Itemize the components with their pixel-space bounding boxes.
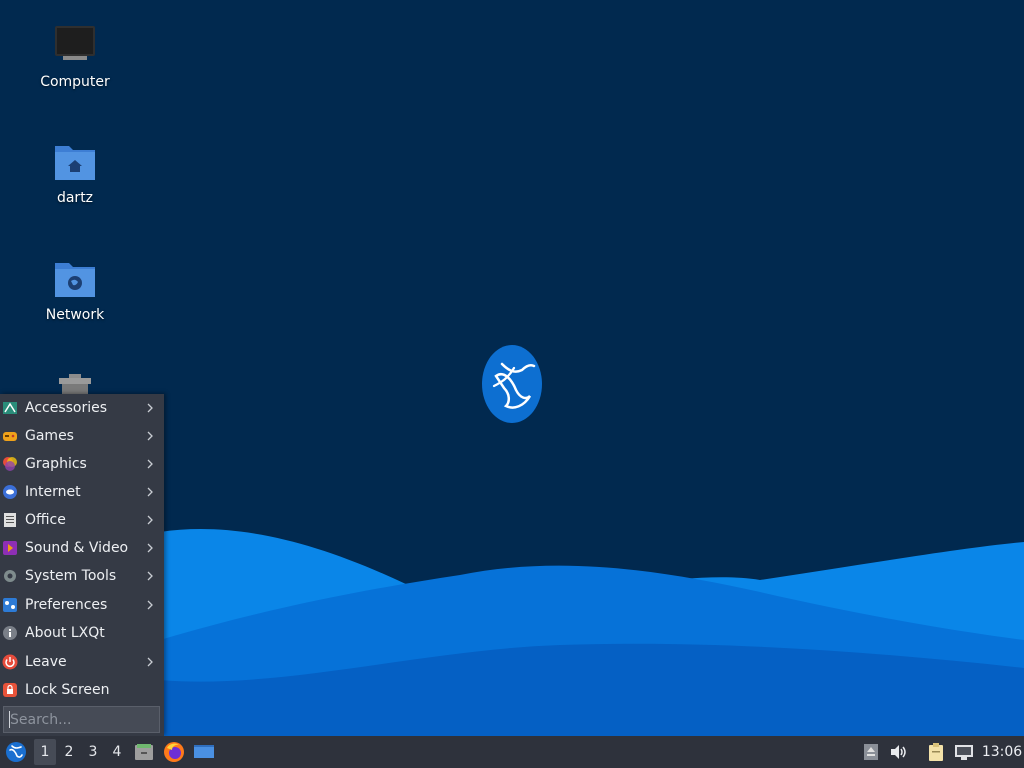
- menu-item-lock-screen[interactable]: Lock Screen: [0, 676, 164, 704]
- removable-media-icon: [864, 744, 878, 760]
- menu-item-label: Graphics: [25, 456, 87, 472]
- menu-item-preferences[interactable]: Preferences: [0, 591, 164, 619]
- chevron-right-icon: [147, 515, 153, 525]
- sound-video-icon: [3, 541, 17, 555]
- clipboard-icon: [929, 743, 943, 761]
- menu-item-label: About LXQt: [25, 625, 105, 641]
- menu-item-label: Office: [25, 512, 66, 528]
- lubuntu-logo: [482, 345, 542, 423]
- removable-media-tray[interactable]: [860, 736, 882, 768]
- firefox-launcher[interactable]: [162, 736, 186, 768]
- home-folder-icon: [55, 146, 95, 180]
- menu-item-internet[interactable]: Internet: [0, 478, 164, 506]
- network-folder-icon: [55, 263, 95, 297]
- menu-item-graphics[interactable]: Graphics: [0, 450, 164, 478]
- taskbar: 1 2 3 4 13:06: [0, 736, 1024, 768]
- volume-icon: [891, 745, 906, 759]
- lubuntu-start-icon: [6, 742, 26, 762]
- computer-icon: [55, 26, 95, 60]
- clipboard-tray[interactable]: [925, 736, 947, 768]
- network-tray[interactable]: [953, 736, 975, 768]
- menu-item-label: Lock Screen: [25, 682, 110, 698]
- workspace-1-button[interactable]: 1: [34, 739, 56, 765]
- menu-item-office[interactable]: Office: [0, 506, 164, 534]
- chevron-right-icon: [147, 487, 153, 497]
- menu-item-system-tools[interactable]: System Tools: [0, 562, 164, 590]
- system-tools-icon: [4, 570, 16, 582]
- start-menu-button[interactable]: [2, 736, 30, 768]
- desktop-icon-label: Computer: [40, 74, 110, 90]
- file-manager-launcher[interactable]: [132, 736, 156, 768]
- menu-item-label: Sound & Video: [25, 540, 129, 556]
- start-menu: Accessories Games Graphics Internet Offi…: [0, 394, 164, 736]
- menu-item-leave[interactable]: Leave: [0, 648, 164, 676]
- menu-item-accessories[interactable]: Accessories: [0, 394, 164, 422]
- office-icon: [4, 513, 16, 527]
- menu-item-games[interactable]: Games: [0, 422, 164, 450]
- menu-item-label: Internet: [25, 484, 81, 500]
- chevron-right-icon: [147, 600, 153, 610]
- desktop: Computer dartz Network Accessories Games…: [0, 0, 1024, 736]
- menu-item-label: Preferences: [25, 597, 108, 613]
- show-desktop-icon: [194, 745, 214, 758]
- workspace-4-button[interactable]: 4: [106, 736, 128, 768]
- network-wired-icon: [955, 745, 973, 760]
- chevron-right-icon: [147, 403, 153, 413]
- power-icon: [2, 654, 18, 670]
- volume-tray[interactable]: [888, 736, 910, 768]
- file-manager-icon: [135, 744, 153, 760]
- accessories-icon: [3, 402, 17, 414]
- internet-icon: [3, 485, 17, 499]
- menu-item-label: System Tools: [25, 568, 117, 584]
- workspace-2-button[interactable]: 2: [58, 736, 80, 768]
- menu-item-label: Leave: [25, 654, 67, 670]
- preferences-icon: [3, 598, 17, 612]
- games-icon: [3, 432, 17, 441]
- menu-item-sound-video[interactable]: Sound & Video: [0, 534, 164, 562]
- desktop-icon-label: Network: [45, 307, 105, 323]
- graphics-icon: [3, 457, 17, 471]
- chevron-right-icon: [147, 431, 153, 441]
- firefox-icon: [164, 742, 184, 762]
- lock-icon: [3, 683, 17, 697]
- chevron-right-icon: [147, 459, 153, 469]
- chevron-right-icon: [147, 657, 153, 667]
- desktop-icon-label: dartz: [56, 190, 94, 206]
- menu-item-about-lxqt[interactable]: About LXQt: [0, 619, 164, 647]
- desktop-icon-home[interactable]: dartz: [20, 140, 130, 206]
- info-icon: [3, 626, 17, 640]
- menu-item-label: Games: [25, 428, 74, 444]
- clock[interactable]: 13:06: [980, 736, 1024, 768]
- desktop-icon-computer[interactable]: Computer: [20, 24, 130, 90]
- show-desktop-button[interactable]: [192, 736, 216, 768]
- workspace-3-button[interactable]: 3: [82, 736, 104, 768]
- menu-search-input[interactable]: [3, 706, 160, 733]
- chevron-right-icon: [147, 543, 153, 553]
- chevron-right-icon: [147, 571, 153, 581]
- text-caret: [9, 711, 10, 728]
- desktop-icon-network[interactable]: Network: [20, 257, 130, 323]
- menu-item-label: Accessories: [25, 400, 108, 416]
